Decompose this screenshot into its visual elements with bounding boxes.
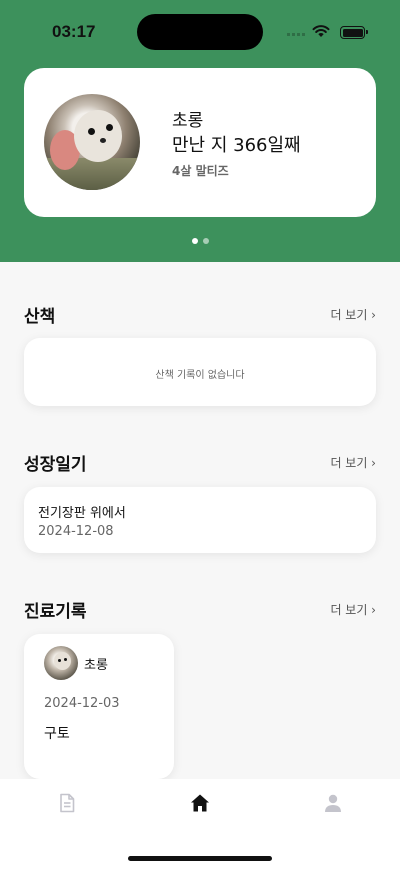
status-bar: 03:17 xyxy=(0,0,400,60)
diary-entry-date: 2024-12-08 xyxy=(38,524,114,539)
medical-more-link[interactable]: 더 보기 › xyxy=(330,601,376,618)
medical-record-date: 2024-12-03 xyxy=(44,696,120,711)
page-dot[interactable] xyxy=(203,238,209,244)
walk-empty-text: 산책 기록이 없습니다 xyxy=(155,370,245,381)
wifi-icon xyxy=(312,25,330,37)
walk-card[interactable]: 산책 기록이 없습니다 xyxy=(24,338,376,406)
pet-name: 초롱 xyxy=(172,111,204,131)
medical-pet-name: 초롱 xyxy=(84,658,108,673)
pet-days-together: 만난 지 366일째 xyxy=(172,135,301,156)
bottom-tab-bar xyxy=(0,779,400,870)
battery-icon xyxy=(340,26,368,39)
cellular-signal-icon xyxy=(287,33,307,36)
person-icon[interactable] xyxy=(323,793,343,813)
page-indicator xyxy=(192,238,212,244)
medical-record-symptom: 구토 xyxy=(44,726,70,742)
medical-section-title: 진료기록 xyxy=(24,602,87,622)
pet-profile-card[interactable]: 초롱 만난 지 366일째 4살 말티즈 xyxy=(24,68,376,217)
pet-age-breed: 4살 말티즈 xyxy=(172,164,229,178)
home-indicator xyxy=(128,856,272,861)
growth-diary-card[interactable]: 전기장판 위에서 2024-12-08 xyxy=(24,487,376,553)
profile-header: 03:17 초롱 만난 지 366일째 4살 말티즈 xyxy=(0,0,400,262)
growth-more-link[interactable]: 더 보기 › xyxy=(330,454,376,471)
status-time: 03:17 xyxy=(52,22,96,41)
medical-record-card[interactable]: 초롱 2024-12-03 구토 xyxy=(24,634,174,779)
document-icon[interactable] xyxy=(57,793,77,813)
page-dot-active[interactable] xyxy=(192,238,198,244)
diary-entry-title: 전기장판 위에서 xyxy=(38,506,126,521)
pet-avatar-small xyxy=(44,646,78,680)
dynamic-island xyxy=(137,14,263,50)
walk-section-title: 산책 xyxy=(24,307,56,327)
pet-avatar xyxy=(44,94,140,190)
home-icon[interactable] xyxy=(190,793,210,813)
growth-section-title: 성장일기 xyxy=(24,455,87,475)
walk-more-link[interactable]: 더 보기 › xyxy=(330,306,376,323)
